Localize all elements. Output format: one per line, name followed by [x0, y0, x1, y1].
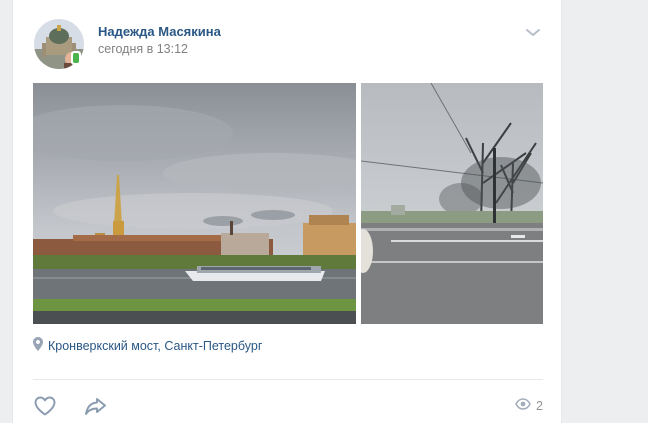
- photo-fortress[interactable]: [33, 83, 356, 324]
- post-time[interactable]: сегодня в 13:12: [98, 42, 188, 56]
- photo-road[interactable]: [361, 83, 543, 324]
- author-name[interactable]: Надежда Масякина: [98, 24, 221, 39]
- chevron-down-icon[interactable]: [525, 26, 541, 38]
- post-location[interactable]: Кронверкский мост, Санкт-Петербург: [33, 336, 262, 356]
- location-label[interactable]: Кронверкский мост, Санкт-Петербург: [48, 339, 262, 353]
- location-pin-icon: [33, 336, 43, 356]
- views-count: 2: [536, 399, 543, 413]
- heart-icon: [33, 396, 57, 422]
- share-button[interactable]: [83, 394, 109, 418]
- divider: [33, 379, 543, 380]
- eye-icon: [515, 397, 531, 415]
- mobile-online-icon: [71, 51, 81, 65]
- share-arrow-icon: [83, 398, 109, 422]
- post-card: Надежда Масякина сегодня в 13:12 Кронвер…: [12, 0, 562, 423]
- like-button[interactable]: [33, 394, 57, 418]
- views-counter: 2: [515, 397, 543, 415]
